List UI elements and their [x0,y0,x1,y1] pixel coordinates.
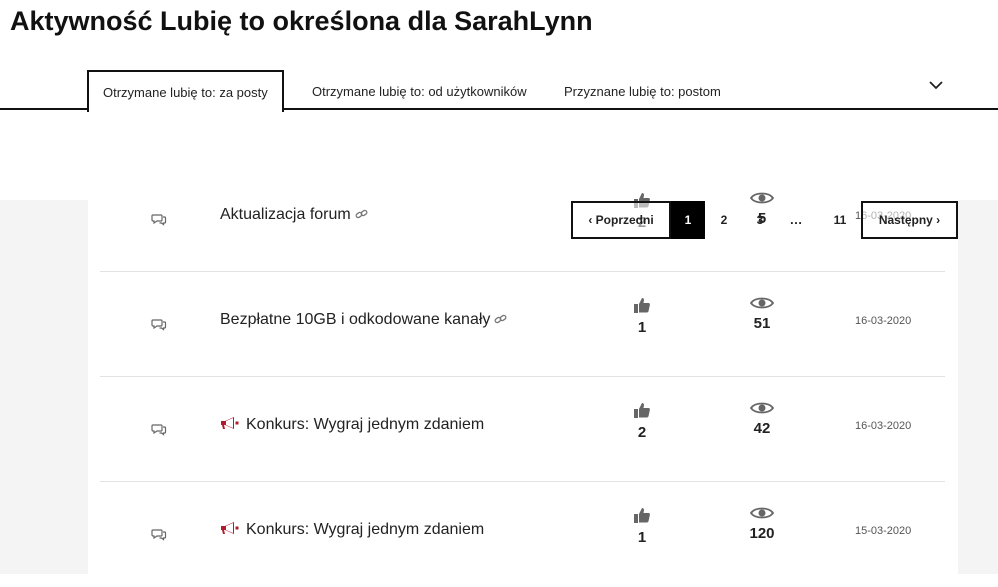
row-divider [100,271,945,272]
post-title: Konkurs: Wygraj jednym zdaniem [246,416,485,433]
thumbs-up-icon [634,403,650,418]
previous-label: Poprzedni [595,213,654,227]
page-last-button[interactable]: 11 [823,201,857,239]
speech-bubbles-icon [151,214,167,226]
link-icon [355,209,368,219]
page-2-button[interactable]: 2 [707,201,741,239]
tab-received-likes-posts[interactable]: Otrzymane lubię to: za posty [87,70,284,112]
views-count: 42 [740,400,784,437]
megaphone-icon [221,417,239,429]
likes-count: 1 [620,505,664,546]
list-item: Bezpłatne 10GB i odkodowane kanały 1 51 … [100,273,945,377]
list-item: Konkurs: Wygraj jednym zdaniem 2 42 16-0… [100,378,945,482]
page-1-button[interactable]: 1 [671,201,705,239]
views-count: 51 [740,295,784,332]
tab-given-likes-posts[interactable]: Przyznane lubię to: postom [564,70,721,110]
views-value: 120 [749,525,775,542]
chevron-down-icon[interactable] [927,76,945,94]
link-icon [494,314,507,324]
post-date: 15-03-2020 [855,525,912,537]
post-title-link[interactable]: Konkurs: Wygraj jednym zdaniem [220,521,484,539]
likes-count: 1 [620,295,664,336]
pagination: ‹ Poprzedni 1 2 3 … 11 Następny › [571,201,958,239]
speech-bubbles-icon [151,424,167,436]
chevron-right-icon: › [932,213,941,227]
views-value: 51 [753,315,771,332]
post-title-link[interactable]: Aktualizacja forum [220,206,369,224]
eye-icon [749,402,775,414]
post-date: 16-03-2020 [855,420,912,432]
post-title: Konkurs: Wygraj jednym zdaniem [246,521,485,538]
likes-count: 2 [620,400,664,441]
megaphone-icon [221,522,239,534]
tab-bar: Otrzymane lubię to: za posty Otrzymane l… [0,70,998,112]
eye-icon [749,297,775,309]
likes-value: 1 [637,319,647,336]
page-3-button[interactable]: 3 [743,201,777,239]
post-title-link[interactable]: Bezpłatne 10GB i odkodowane kanały [220,311,508,329]
speech-bubbles-icon [151,529,167,541]
pagination-ellipsis: … [789,212,803,227]
speech-bubbles-icon [151,319,167,331]
previous-page-button[interactable]: ‹ Poprzedni [571,201,671,239]
list-item: Konkurs: Wygraj jednym zdaniem 1 120 15-… [100,483,945,587]
post-date: 16-03-2020 [855,315,912,327]
post-title-link[interactable]: Konkurs: Wygraj jednym zdaniem [220,416,484,434]
post-title: Bezpłatne 10GB i odkodowane kanały [220,311,491,328]
views-value: 42 [753,420,771,437]
likes-value: 2 [637,424,647,441]
eye-icon [749,507,775,519]
next-page-button[interactable]: Następny › [861,201,958,239]
views-count: 120 [740,505,784,542]
thumbs-up-icon [634,508,650,523]
row-divider [100,376,945,377]
post-title: Aktualizacja forum [220,206,351,223]
row-divider [100,481,945,482]
tab-received-likes-users[interactable]: Otrzymane lubię to: od użytkowników [312,70,527,110]
thumbs-up-icon [634,298,650,313]
page-title: Aktywność Lubię to określona dla SarahLy… [10,6,593,36]
chevron-left-icon: ‹ [588,213,596,227]
next-label: Następny [878,213,933,227]
likes-value: 1 [637,529,647,546]
